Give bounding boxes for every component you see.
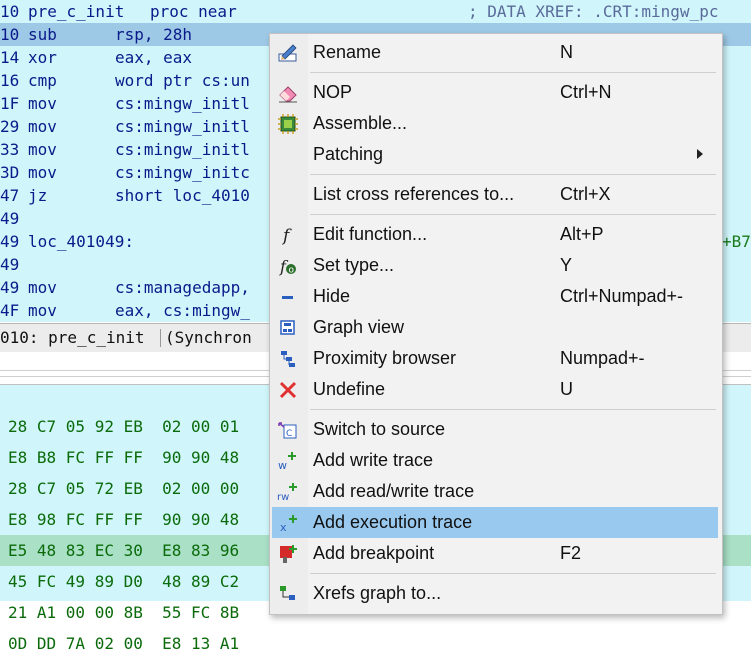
menu-item-edit-function[interactable]: f Edit function... Alt+P [270,219,722,250]
menu-item-nop[interactable]: NOP Ctrl+N [270,77,722,108]
function-icon: f [277,224,299,246]
data-xref-comment: ; DATA XREF: .CRT:mingw_pc [468,2,719,21]
svg-text:rw: rw [277,492,289,503]
menu-separator [310,409,716,410]
sync-status: (Synchron [165,328,252,347]
proximity-icon [277,348,299,370]
menu-separator [310,573,716,574]
status-divider [160,329,161,347]
code-xref-fragment: +B7 [722,232,751,251]
menu-item-proximity-browser[interactable]: Proximity browser Numpad+- [270,343,722,374]
menu-item-switch-to-source[interactable]: C Switch to source [270,414,722,445]
switch-source-icon: C [277,419,299,441]
xrefs-graph-icon [277,583,299,605]
graph-view-icon [277,317,299,339]
set-type-icon: fo [277,255,299,277]
menu-item-graph-view[interactable]: Graph view [270,312,722,343]
menu-separator [310,72,716,73]
svg-text:w: w [278,459,287,472]
menu-item-set-type[interactable]: fo Set type... Y [270,250,722,281]
rename-icon [277,42,299,64]
current-location: 010: pre_c_init [0,328,145,347]
menu-item-assemble[interactable]: Assemble... [270,108,722,139]
menu-item-patching[interactable]: Patching [270,139,722,170]
context-menu: Rename N NOP Ctrl+N Assemble... Patching… [269,33,723,615]
menu-item-add-write-trace[interactable]: w Add write trace [270,445,722,476]
breakpoint-icon [277,543,299,565]
red-x-icon [277,379,299,401]
menu-item-add-execution-trace[interactable]: x Add execution trace [272,507,718,538]
submenu-arrow-icon [697,149,703,159]
exec-trace-icon: x [279,512,301,534]
svg-text:f: f [281,226,292,246]
menu-item-add-read-write-trace[interactable]: rw Add read/write trace [270,476,722,507]
menu-separator [310,214,716,215]
menu-separator [310,174,716,175]
svg-text:x: x [280,521,287,534]
svg-text:C: C [286,429,292,439]
write-trace-icon: w [277,450,299,472]
menu-item-list-xrefs[interactable]: List cross references to... Ctrl+X [270,179,722,210]
menu-item-hide[interactable]: Hide Ctrl+Numpad+- [270,281,722,312]
minus-icon [277,286,299,308]
svg-text:o: o [289,266,295,276]
menu-item-rename[interactable]: Rename N [270,37,722,68]
menu-item-undefine[interactable]: Undefine U [270,374,722,405]
eraser-icon [277,82,299,104]
rw-trace-icon: rw [277,481,299,503]
menu-item-add-breakpoint[interactable]: Add breakpoint F2 [270,538,722,569]
menu-item-xrefs-graph-to[interactable]: Xrefs graph to... [270,578,722,609]
chip-icon [277,113,299,135]
